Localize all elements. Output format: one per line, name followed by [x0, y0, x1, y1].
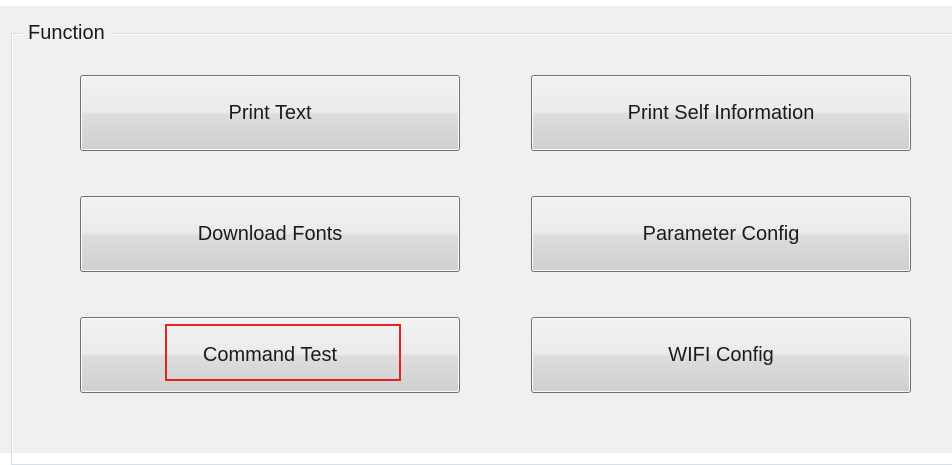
command-test-label: Command Test — [202, 343, 338, 366]
wifi-config-label: WIFI Config — [668, 343, 774, 366]
print-self-information-button[interactable]: Print Self Information — [531, 75, 911, 151]
groupbox-title: Function — [22, 21, 111, 45]
download-fonts-button[interactable]: Download Fonts — [80, 196, 460, 272]
print-self-information-label: Print Self Information — [627, 101, 815, 124]
parameter-config-button[interactable]: Parameter Config — [531, 196, 911, 272]
download-fonts-label: Download Fonts — [197, 222, 343, 245]
command-test-button[interactable]: Command Test — [80, 317, 460, 393]
print-text-label: Print Text — [228, 101, 312, 124]
top-strip — [0, 0, 952, 6]
print-text-button[interactable]: Print Text — [80, 75, 460, 151]
wifi-config-button[interactable]: WIFI Config — [531, 317, 911, 393]
function-window: Function Print Text Print Self Informati… — [0, 0, 952, 465]
parameter-config-label: Parameter Config — [642, 222, 800, 245]
